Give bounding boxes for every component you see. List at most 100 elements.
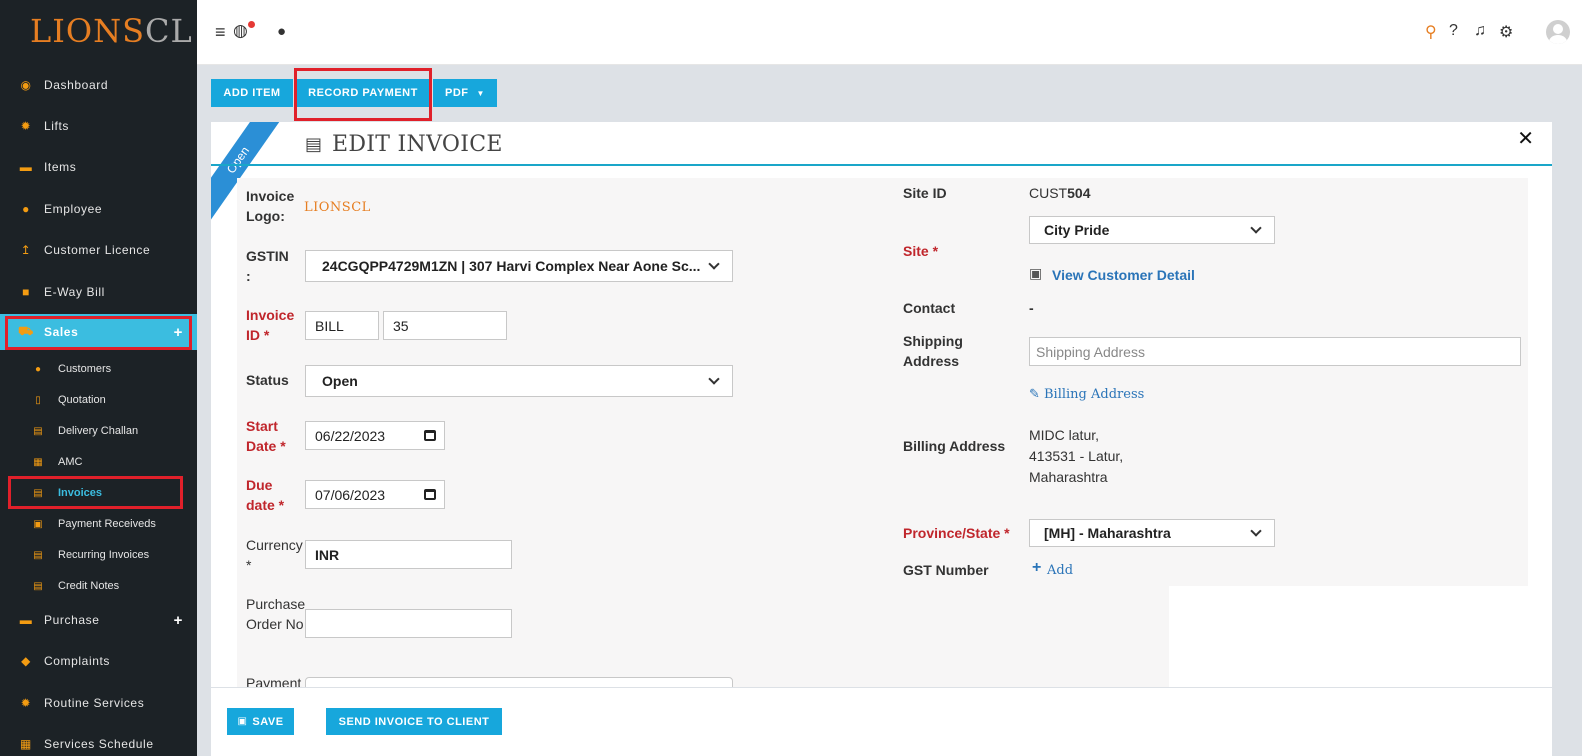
gears-icon: ✹ bbox=[20, 696, 32, 710]
site-id-value: CUST504 bbox=[1029, 185, 1091, 201]
gstin-select[interactable]: 24CGQPP4729M1ZN | 307 Harvi Complex Near… bbox=[305, 250, 733, 282]
app-logo[interactable]: LIONSCL bbox=[30, 12, 193, 50]
gst-number-label: GST Number bbox=[903, 562, 989, 578]
menu-icon[interactable]: ≡ bbox=[215, 22, 226, 43]
chevron-down-icon bbox=[1250, 525, 1262, 537]
sidebar-item-employee[interactable]: ● Employee bbox=[0, 191, 197, 227]
invoice-id-label: Invoice ID * bbox=[246, 307, 295, 343]
due-date-input[interactable]: 07/06/2023 bbox=[305, 480, 445, 509]
bell-icon[interactable]: ♫ bbox=[1474, 22, 1486, 40]
start-date-input[interactable]: 06/22/2023 bbox=[305, 421, 445, 450]
calendar-icon[interactable] bbox=[424, 429, 436, 441]
shipping-address-label: Shipping Address bbox=[903, 333, 963, 369]
dashboard-icon: ◉ bbox=[20, 78, 32, 92]
sidebar-sub-delivery-challan[interactable]: ▤ Delivery Challan bbox=[0, 417, 197, 445]
globe-icon[interactable]: ◍ bbox=[233, 21, 248, 41]
sidebar: LIONSCL ◉ Dashboard ✹ Lifts ▬ Items ● Employ… bbox=[0, 0, 197, 756]
calendar-icon: ▦ bbox=[33, 456, 43, 468]
search-icon[interactable]: ⚲ bbox=[1425, 22, 1437, 42]
sidebar-item-sales[interactable]: ⛟ Sales + bbox=[0, 314, 197, 350]
pencil-icon: ✎ bbox=[1029, 386, 1040, 401]
truck-icon: ■ bbox=[22, 285, 30, 299]
users-icon: ● bbox=[34, 363, 42, 375]
billing-address-line1: MIDC latur, bbox=[1029, 427, 1100, 443]
sidebar-item-purchase[interactable]: ▬ Purchase + bbox=[0, 602, 197, 638]
settings-icon[interactable]: ⚙ bbox=[1499, 22, 1513, 42]
sidebar-sub-quotation[interactable]: ▯ Quotation bbox=[0, 386, 197, 414]
chevron-down-icon bbox=[708, 373, 720, 385]
contact-label: Contact bbox=[903, 300, 956, 316]
status-select[interactable]: Open bbox=[305, 365, 733, 397]
billing-address-link[interactable]: Billing Address bbox=[1044, 387, 1144, 402]
record-payment-button[interactable]: RECORD PAYMENT bbox=[297, 79, 429, 107]
help-icon[interactable]: ? bbox=[1449, 22, 1458, 40]
currency-label: Currency * bbox=[246, 537, 303, 573]
chevron-down-icon bbox=[1250, 222, 1262, 234]
sidebar-sub-amc[interactable]: ▦ AMC bbox=[0, 448, 197, 476]
invoice-logo-image: LIONSCL bbox=[304, 200, 371, 215]
timer-icon[interactable]: ● bbox=[277, 23, 286, 40]
close-icon[interactable]: ✕ bbox=[1517, 126, 1534, 151]
sidebar-item-routine-services[interactable]: ✹ Routine Services bbox=[0, 685, 197, 721]
purchase-order-label: Purchase Order No bbox=[246, 596, 306, 632]
billing-address-line2: 413531 - Latur, bbox=[1029, 448, 1124, 464]
sidebar-item-services-schedule[interactable]: ▦ Services Schedule bbox=[0, 726, 197, 756]
due-date-label: Due date * bbox=[246, 477, 285, 513]
user-icon: ● bbox=[22, 202, 30, 216]
box-icon: ▬ bbox=[19, 160, 33, 174]
add-gst-number-link[interactable]: Add bbox=[1047, 563, 1073, 578]
plus-icon: + bbox=[1032, 559, 1042, 576]
avatar[interactable] bbox=[1546, 20, 1570, 44]
start-date-label: Start Date * bbox=[246, 418, 286, 454]
sidebar-sub-customers[interactable]: ● Customers bbox=[0, 355, 197, 383]
currency-input[interactable]: INR bbox=[305, 540, 512, 569]
province-state-select[interactable]: [MH] - Maharashtra bbox=[1029, 519, 1275, 547]
invoice-prefix-input[interactable]: BILL bbox=[305, 311, 379, 340]
top-bar: ≡ ◍ ● ⚲ ? ♫ ⚙ bbox=[197, 0, 1582, 65]
money-icon: ▣ bbox=[33, 518, 43, 530]
expand-plus-icon[interactable]: + bbox=[174, 324, 183, 341]
purchase-order-input[interactable] bbox=[305, 609, 512, 638]
view-customer-detail-link[interactable]: View Customer Detail bbox=[1052, 267, 1195, 283]
sidebar-sub-payment-receiveds[interactable]: ▣ Payment Receiveds bbox=[0, 510, 197, 538]
document-icon: ▤ bbox=[305, 134, 323, 154]
contact-value: - bbox=[1029, 300, 1034, 316]
send-invoice-button[interactable]: SEND INVOICE TO CLIENT bbox=[326, 708, 502, 735]
invoice-number-input[interactable]: 35 bbox=[383, 311, 507, 340]
payment-select[interactable] bbox=[305, 677, 733, 687]
sidebar-item-dashboard[interactable]: ◉ Dashboard bbox=[0, 67, 197, 103]
gear-icon: ✹ bbox=[20, 119, 32, 133]
sidebar-item-lifts[interactable]: ✹ Lifts bbox=[0, 108, 197, 144]
sidebar-item-eway-bill[interactable]: ■ E-Way Bill bbox=[0, 274, 197, 310]
sidebar-item-complaints[interactable]: ◆ Complaints bbox=[0, 643, 197, 679]
chevron-down-icon bbox=[708, 258, 720, 270]
sidebar-item-customer-licence[interactable]: ↥ Customer Licence bbox=[0, 232, 197, 268]
title-divider bbox=[211, 164, 1552, 166]
sidebar-item-items[interactable]: ▬ Items bbox=[0, 149, 197, 185]
status-label: Status bbox=[246, 372, 289, 388]
floppy-icon: ▣ bbox=[237, 716, 248, 727]
site-label: Site * bbox=[903, 243, 939, 259]
site-select[interactable]: City Pride bbox=[1029, 216, 1275, 244]
shipping-address-input[interactable]: Shipping Address bbox=[1029, 337, 1521, 366]
file-text-icon: ▤ bbox=[33, 549, 43, 561]
calendar-icon[interactable] bbox=[424, 488, 436, 500]
gstin-label: GSTIN : bbox=[246, 248, 289, 284]
caret-down-icon: ▼ bbox=[476, 88, 485, 98]
save-button[interactable]: ▣ SAVE bbox=[227, 708, 294, 735]
file-text-icon: ▤ bbox=[33, 580, 43, 592]
cart-icon: ⛟ bbox=[18, 324, 34, 338]
add-item-button[interactable]: ADD ITEM bbox=[211, 79, 293, 107]
id-card-icon: ▣ bbox=[1029, 265, 1043, 281]
tag-icon: ◆ bbox=[21, 654, 31, 668]
arrow-up-icon: ↥ bbox=[20, 243, 32, 257]
pdf-dropdown-button[interactable]: PDF ▼ bbox=[433, 79, 497, 107]
sidebar-sub-credit-notes[interactable]: ▤ Credit Notes bbox=[0, 572, 197, 600]
payment-label: Payment bbox=[246, 675, 302, 687]
billing-address-label: Billing Address bbox=[903, 438, 1006, 454]
sidebar-sub-invoices[interactable]: ▤ Invoices bbox=[0, 479, 197, 507]
box-icon: ▬ bbox=[19, 613, 33, 627]
expand-plus-icon[interactable]: + bbox=[174, 612, 183, 629]
sidebar-sub-recurring-invoices[interactable]: ▤ Recurring Invoices bbox=[0, 541, 197, 569]
invoice-logo-label: Invoice Logo: bbox=[246, 188, 295, 224]
